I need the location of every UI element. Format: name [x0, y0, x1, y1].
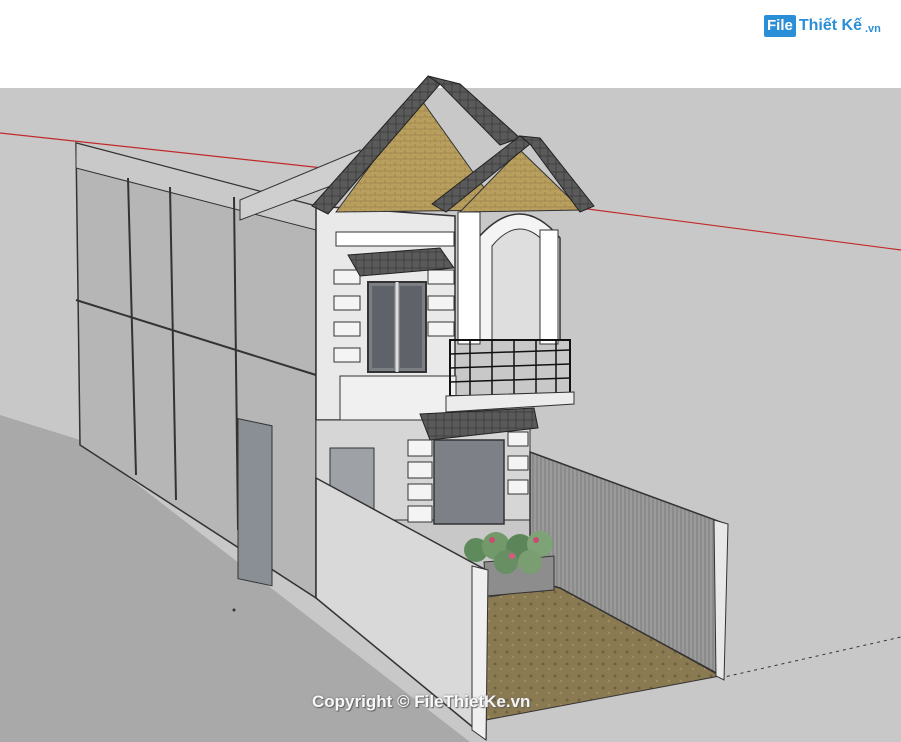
ground-dot [232, 608, 236, 612]
copyright-watermark: Copyright © FileThietKe.vn [312, 692, 531, 711]
balcony-pillar-left [457, 211, 481, 345]
ground-door [433, 439, 505, 525]
3d-scene [0, 0, 901, 742]
balcony-pillar-right [539, 229, 559, 345]
site-logo: File Thiết Kế .vn [764, 14, 881, 38]
logo-text: Thiết Kế [798, 17, 862, 34]
side-door [237, 417, 273, 587]
logo-ext: .vn [864, 22, 881, 35]
trim-band [335, 231, 455, 247]
logo-box: File [764, 15, 796, 37]
left-fence-post [471, 565, 489, 741]
viewport[interactable]: File Thiết Kế .vn Copyright © FileThietK… [0, 0, 901, 742]
